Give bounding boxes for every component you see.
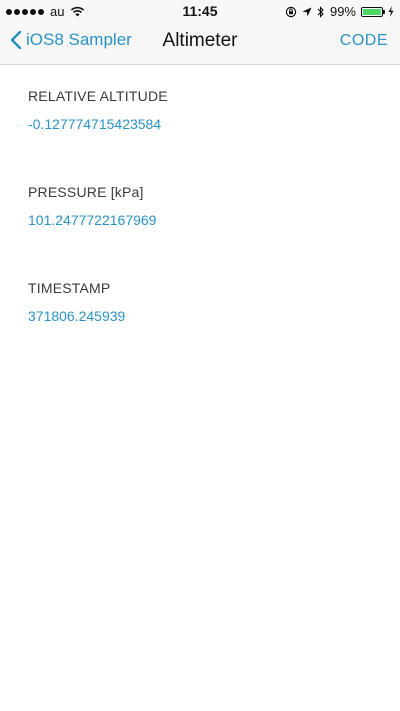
relative-altitude-field: RELATIVE ALTITUDE -0.127774715423584 <box>28 88 380 132</box>
status-bar: au 11:45 99% <box>0 0 400 22</box>
status-right: 99% <box>285 4 394 19</box>
chevron-left-icon <box>10 30 26 50</box>
pressure-label: PRESSURE [kPa] <box>28 184 144 200</box>
location-icon <box>302 7 312 17</box>
timestamp-label: TIMESTAMP <box>28 280 111 296</box>
battery-fill <box>363 8 381 15</box>
altimeter-readings: RELATIVE ALTITUDE -0.127774715423584 PRE… <box>28 88 380 376</box>
pressure-value: 101.2477722167969 <box>28 212 157 228</box>
navigation-bar: iOS8 Sampler Altimeter CODE <box>0 22 400 65</box>
orientation-lock-icon <box>285 6 297 18</box>
pressure-field: PRESSURE [kPa] 101.2477722167969 <box>28 184 380 228</box>
timestamp-field: TIMESTAMP 371806.245939 <box>28 280 380 324</box>
relative-altitude-label: RELATIVE ALTITUDE <box>28 88 168 104</box>
back-button-label: iOS8 Sampler <box>26 30 132 49</box>
code-button[interactable]: CODE <box>340 32 388 50</box>
timestamp-value: 371806.245939 <box>28 308 126 324</box>
battery-percent: 99% <box>329 4 356 19</box>
relative-altitude-value: -0.127774715423584 <box>28 116 162 132</box>
battery-icon <box>361 6 385 17</box>
bluetooth-icon <box>317 5 325 18</box>
charging-icon <box>388 6 394 17</box>
back-button[interactable]: iOS8 Sampler <box>10 30 132 50</box>
